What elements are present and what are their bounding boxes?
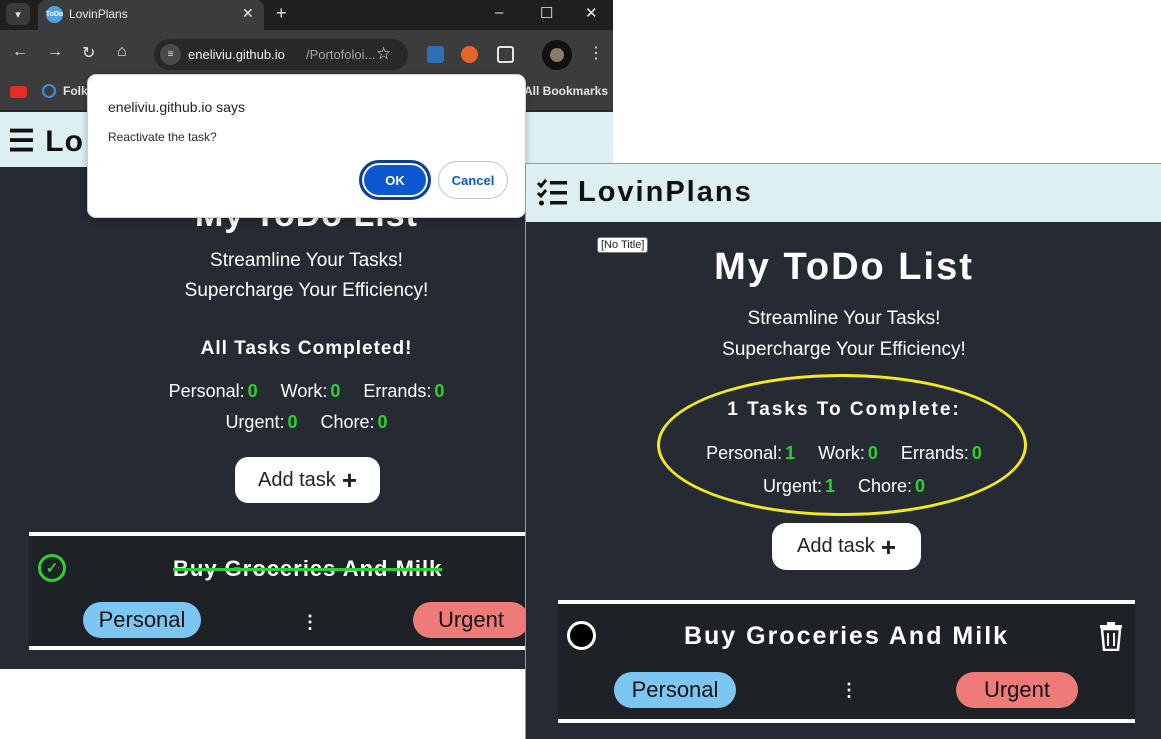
count-personal: 0	[247, 381, 258, 401]
url-path: /Portofoloi...	[306, 47, 376, 62]
task-name: Buy Groceries And Milk	[173, 556, 443, 581]
screenshot-composite: ▾ ToDo LovinPlans ✕ + – ☐ ✕ ← → ↻ ⌂ ≡ en…	[0, 0, 1161, 739]
app-navbar: LovinPlans	[526, 164, 1161, 222]
zoomed-app-panel: LovinPlans [No Title] My ToDo List Strea…	[525, 163, 1161, 739]
site-info-icon[interactable]: ≡	[160, 44, 181, 65]
avatar	[550, 48, 564, 62]
count-label: Personal:	[706, 443, 783, 463]
count-label: Work:	[280, 381, 328, 401]
extension-icon[interactable]	[427, 46, 444, 63]
minimize-icon[interactable]: –	[495, 4, 503, 21]
count-chore: 0	[377, 412, 388, 432]
category-badge[interactable]: Personal	[83, 602, 201, 638]
address-bar[interactable]: ≡ eneliviu.github.io /Portofoloi... ☆	[154, 39, 408, 70]
category-counts-row-2: Urgent: 0 Chore: 0	[0, 412, 613, 433]
count-errands: 0	[971, 443, 982, 463]
priority-badge[interactable]: Urgent	[956, 672, 1078, 708]
count-label: Work:	[818, 443, 865, 463]
trash-icon[interactable]	[1099, 621, 1123, 651]
cancel-button[interactable]: Cancel	[438, 161, 508, 199]
count-urgent: 1	[824, 476, 835, 496]
tagline-line-2: Supercharge Your Efficiency!	[722, 339, 966, 360]
new-tab-icon[interactable]: +	[276, 3, 287, 23]
plus-icon: +	[880, 531, 896, 562]
count-urgent: 0	[287, 412, 298, 432]
vertical-dots-icon[interactable]: ⋮	[301, 612, 319, 633]
task-status-heading: 1 Tasks To Complete:	[727, 399, 961, 420]
logo-text: Lo	[45, 125, 84, 158]
add-task-button[interactable]: Add task +	[235, 457, 380, 503]
category-counts-row-2: Urgent: 1 Chore: 0	[526, 476, 1161, 497]
tagline-line-2: Supercharge Your Efficiency!	[184, 280, 429, 301]
tagline-line-1: Streamline Your Tasks!	[747, 308, 941, 329]
all-bookmarks-link[interactable]: All Bookmarks	[524, 84, 608, 98]
check-circle-icon[interactable]: ✓	[38, 554, 66, 582]
priority-badge[interactable]: Urgent	[413, 602, 529, 638]
extensions-puzzle-icon[interactable]	[497, 46, 514, 63]
add-task-label: Add task	[257, 468, 336, 491]
dialog-title: eneliviu.github.io says	[108, 99, 245, 115]
add-task-label: Add task	[796, 535, 875, 557]
logo-text[interactable]: LovinPlans	[578, 176, 753, 209]
browser-menu-icon[interactable]: ⋮	[588, 43, 604, 63]
home-icon[interactable]: ⌂	[117, 43, 127, 61]
url-host: eneliviu.github.io	[188, 47, 285, 62]
count-work: 0	[330, 381, 341, 401]
category-counts-row-1: Personal: 0 Work: 0 Errands: 0	[0, 381, 613, 402]
task-name: Buy Groceries And Milk	[683, 622, 1010, 650]
task-card: ✓ Buy Groceries And Milk Personal ⋮ Urge…	[29, 532, 529, 650]
tab-favicon-icon: ToDo	[46, 6, 63, 23]
page-title: My ToDo List	[714, 246, 974, 288]
checklist-icon: ☰	[8, 125, 36, 158]
task-status-heading: All Tasks Completed!	[200, 338, 413, 359]
browser-tab[interactable]: ToDo LovinPlans ✕	[38, 0, 264, 30]
bookmark-item[interactable]: Folk	[63, 84, 88, 98]
checklist-icon	[536, 179, 567, 206]
tab-title: LovinPlans	[69, 7, 128, 21]
bookmark-icon[interactable]	[42, 84, 56, 98]
browser-window: ▾ ToDo LovinPlans ✕ + – ☐ ✕ ← → ↻ ⌂ ≡ en…	[0, 0, 613, 669]
count-label: Chore:	[320, 412, 375, 432]
dialog-message: Reactivate the task?	[108, 130, 217, 144]
count-label: Personal:	[168, 381, 245, 401]
count-label: Chore:	[858, 476, 913, 496]
extension-icon[interactable]	[461, 46, 478, 63]
tab-search-button[interactable]: ▾	[6, 3, 30, 25]
profile-avatar[interactable]	[542, 40, 572, 70]
tab-strip: ▾ ToDo LovinPlans ✕ + – ☐ ✕	[0, 0, 613, 30]
back-icon[interactable]: ←	[12, 43, 28, 61]
category-badge[interactable]: Personal	[614, 672, 736, 708]
count-label: Errands:	[900, 443, 969, 463]
confirm-dialog: eneliviu.github.io says Reactivate the t…	[87, 74, 526, 218]
count-work: 0	[867, 443, 878, 463]
count-chore: 0	[915, 476, 926, 496]
task-card: Buy Groceries And Milk Personal ⋮ Urgent	[558, 600, 1135, 723]
count-label: Urgent:	[225, 412, 285, 432]
forward-icon[interactable]: →	[47, 43, 63, 61]
add-task-button[interactable]: Add task +	[772, 523, 921, 570]
vertical-dots-icon[interactable]: ⋮	[840, 680, 858, 701]
count-label: Errands:	[363, 381, 432, 401]
count-label: Urgent:	[762, 476, 822, 496]
browser-toolbar: ← → ↻ ⌂ ≡ eneliviu.github.io /Portofoloi…	[0, 30, 613, 78]
ok-button[interactable]: OK	[359, 160, 431, 200]
maximize-icon[interactable]: ☐	[540, 4, 553, 22]
plus-icon: +	[341, 465, 357, 495]
tagline-line-1: Streamline Your Tasks!	[210, 250, 403, 271]
count-personal: 1	[785, 443, 796, 463]
bookmark-star-icon[interactable]: ☆	[376, 44, 391, 64]
reload-icon[interactable]: ↻	[82, 43, 95, 63]
tab-close-icon[interactable]: ✕	[242, 5, 254, 22]
category-counts-row-1: Personal: 1 Work: 0 Errands: 0	[526, 443, 1161, 464]
close-window-icon[interactable]: ✕	[585, 4, 598, 22]
app-logo[interactable]: ☰ Lo	[8, 124, 84, 159]
count-errands: 0	[434, 381, 445, 401]
youtube-icon[interactable]	[10, 86, 27, 98]
